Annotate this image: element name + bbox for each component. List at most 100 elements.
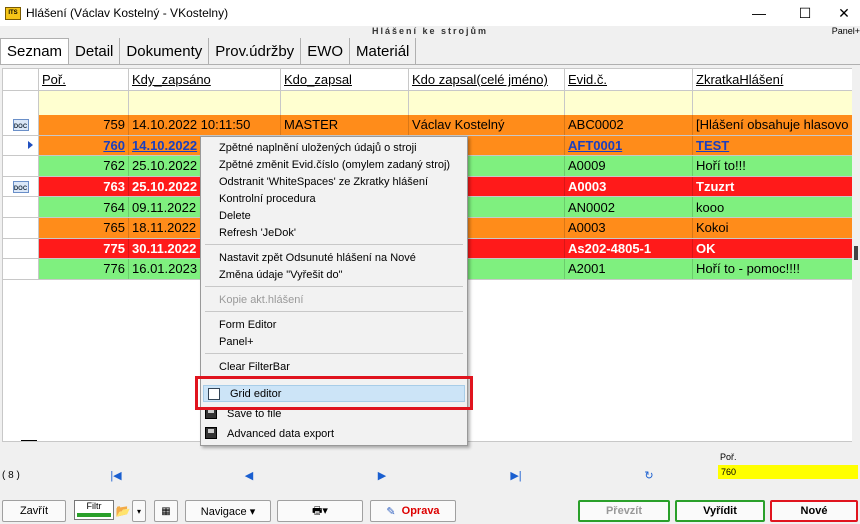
- menu-item-nastavit-zpet[interactable]: Nastavit zpět Odsunuté hlášení na Nové: [201, 249, 467, 266]
- doc-icon[interactable]: DOC: [12, 118, 29, 131]
- row-indicator[interactable]: [3, 135, 39, 156]
- filtr-dropdown-button[interactable]: ▾: [132, 500, 146, 522]
- cell-zkratka[interactable]: Tzuzrt: [693, 177, 855, 197]
- cell-evid[interactable]: As202-4805-1: [565, 238, 693, 259]
- filter-cell-zkratka[interactable]: [693, 91, 855, 115]
- cell-por[interactable]: 760: [39, 135, 129, 156]
- filtr-label: Filtr: [86, 501, 102, 511]
- cell-zkratka[interactable]: OK: [693, 239, 855, 259]
- cell-por[interactable]: 764: [39, 197, 129, 217]
- cell-zkratka[interactable]: Kokoi: [693, 218, 855, 238]
- navigace-button[interactable]: Navigace ▾: [185, 500, 271, 522]
- cell-zkratka[interactable]: kooo: [693, 197, 855, 217]
- tab-dokumenty[interactable]: Dokumenty: [120, 38, 210, 64]
- filter-bar: [3, 91, 855, 115]
- pencil-icon: ✎: [386, 505, 396, 518]
- filtr-button[interactable]: Filtr: [74, 500, 114, 520]
- tab-material[interactable]: Materiál: [350, 38, 417, 64]
- cell-por[interactable]: 759: [39, 115, 129, 135]
- tab-prov-udrzby[interactable]: Prov.údržby: [209, 38, 302, 64]
- cell-kdy[interactable]: 14.10.2022 10:11:50: [129, 115, 281, 135]
- cell-evid[interactable]: AN0002: [565, 197, 693, 217]
- column-header-evid[interactable]: Evid.č.: [565, 69, 693, 90]
- menu-separator: [205, 244, 463, 245]
- column-header-por[interactable]: Poř.: [39, 69, 129, 90]
- menu-item-form-editor[interactable]: Form Editor: [201, 316, 467, 333]
- cell-evid[interactable]: A0003: [565, 218, 693, 238]
- cell-zkratka[interactable]: TEST: [693, 136, 855, 156]
- menu-item-refresh-jedok[interactable]: Refresh 'JeDok': [201, 224, 467, 241]
- por-value-field[interactable]: 760: [718, 465, 858, 479]
- menu-item-kontrolni-procedura[interactable]: Kontrolní procedura: [201, 190, 467, 207]
- nav-first-button[interactable]: |◀: [108, 468, 124, 482]
- cell-por[interactable]: 763: [39, 176, 129, 197]
- prevzit-button[interactable]: Převzít: [578, 500, 670, 522]
- cell-zkratka[interactable]: [Hlášení obsahuje hlasovo: [693, 115, 855, 135]
- menu-item-advanced-export[interactable]: Advanced data export: [201, 425, 467, 442]
- cell-jmeno[interactable]: Václav Kostelný: [409, 115, 565, 135]
- print-button[interactable]: 🖶▾: [277, 500, 363, 522]
- nove-button[interactable]: Nové: [770, 500, 858, 522]
- cell-por[interactable]: 776: [39, 259, 129, 279]
- filter-cell-por[interactable]: [39, 91, 129, 115]
- filter-cell-evid[interactable]: [565, 91, 693, 115]
- tab-seznam[interactable]: Seznam: [0, 38, 70, 64]
- filter-cell-kdo[interactable]: [281, 91, 409, 115]
- tab-ewo[interactable]: EWO: [301, 38, 351, 64]
- menu-item-zpetne-naplneni[interactable]: Zpětné naplnění uložených údajů o stroji: [201, 139, 467, 156]
- cell-por[interactable]: 765: [39, 218, 129, 238]
- minimize-button[interactable]: —: [736, 0, 782, 26]
- menu-separator: [205, 286, 463, 287]
- filter-cell-kdy[interactable]: [129, 91, 281, 115]
- row-indicator[interactable]: [3, 218, 39, 238]
- section-title: Hlášení ke strojům: [371, 26, 489, 36]
- cell-por[interactable]: 775: [39, 238, 129, 259]
- menu-item-panel-plus[interactable]: Panel+: [201, 333, 467, 350]
- cell-evid[interactable]: A2001: [565, 259, 693, 279]
- cell-zkratka[interactable]: Hoří to!!!: [693, 156, 855, 176]
- menu-separator: [205, 311, 463, 312]
- menu-item-clear-filterbar[interactable]: Clear FilterBar: [201, 358, 467, 375]
- cell-kdo[interactable]: MASTER: [281, 115, 409, 135]
- menu-item-odstranit-whitespaces[interactable]: Odstranit 'WhiteSpaces' ze Zkratky hláše…: [201, 173, 467, 190]
- menu-separator: [205, 353, 463, 354]
- cell-evid[interactable]: A0003: [565, 176, 693, 197]
- vertical-scrollbar[interactable]: [852, 68, 860, 442]
- cell-evid[interactable]: AFT0001: [565, 135, 693, 156]
- vyridit-button[interactable]: Vyřídit: [675, 500, 765, 522]
- menu-item-delete[interactable]: Delete: [201, 207, 467, 224]
- panel-plus-link[interactable]: Panel+: [832, 26, 860, 36]
- nav-next-button[interactable]: ▶: [374, 468, 390, 482]
- filter-cell-jmeno[interactable]: [409, 91, 565, 115]
- table-row[interactable]: DOC 759 14.10.2022 10:11:50 MASTER Václav Ko…: [3, 115, 855, 136]
- menu-item-zmena-udaje[interactable]: Změna údaje "Vyřešit do": [201, 266, 467, 283]
- nav-prev-button[interactable]: ◀: [241, 468, 257, 482]
- column-header-cele-jmeno[interactable]: Kdo zapsal(celé jméno): [409, 69, 565, 90]
- doc-icon[interactable]: DOC: [12, 180, 29, 193]
- row-indicator[interactable]: [3, 259, 39, 279]
- oprava-button[interactable]: ✎ Oprava: [370, 500, 456, 522]
- maximize-button[interactable]: ☐: [782, 0, 828, 26]
- close-button[interactable]: ✕: [828, 0, 860, 26]
- row-indicator[interactable]: DOC: [3, 115, 39, 135]
- zavrit-button[interactable]: Zavřít: [2, 500, 66, 522]
- row-indicator[interactable]: [3, 238, 39, 259]
- column-header-kdo-zapsal[interactable]: Kdo_zapsal: [281, 69, 409, 90]
- refresh-icon[interactable]: ↻: [641, 468, 657, 482]
- tab-detail[interactable]: Detail: [69, 38, 121, 64]
- scroll-thumb[interactable]: [854, 246, 858, 260]
- tab-divider: [0, 64, 860, 65]
- grid-config-icon[interactable]: ▦: [154, 500, 178, 522]
- column-header-zkratka[interactable]: ZkratkaHlášení: [693, 69, 855, 90]
- column-header-kdy-zapsano[interactable]: Kdy_zapsáno: [129, 69, 281, 90]
- cell-evid[interactable]: ABC0002: [565, 115, 693, 135]
- cell-por[interactable]: 762: [39, 156, 129, 176]
- cell-zkratka[interactable]: Hoří to - pomoc!!!!: [693, 259, 855, 279]
- row-indicator[interactable]: [3, 156, 39, 176]
- cell-evid[interactable]: A0009: [565, 156, 693, 176]
- nav-last-button[interactable]: ▶|: [508, 468, 524, 482]
- row-indicator[interactable]: DOC: [3, 176, 39, 197]
- row-indicator[interactable]: [3, 197, 39, 217]
- folder-icon[interactable]: 📂: [114, 500, 132, 522]
- menu-item-zmenit-evid[interactable]: Zpětné změnit Evid.číslo (omylem zadaný …: [201, 156, 467, 173]
